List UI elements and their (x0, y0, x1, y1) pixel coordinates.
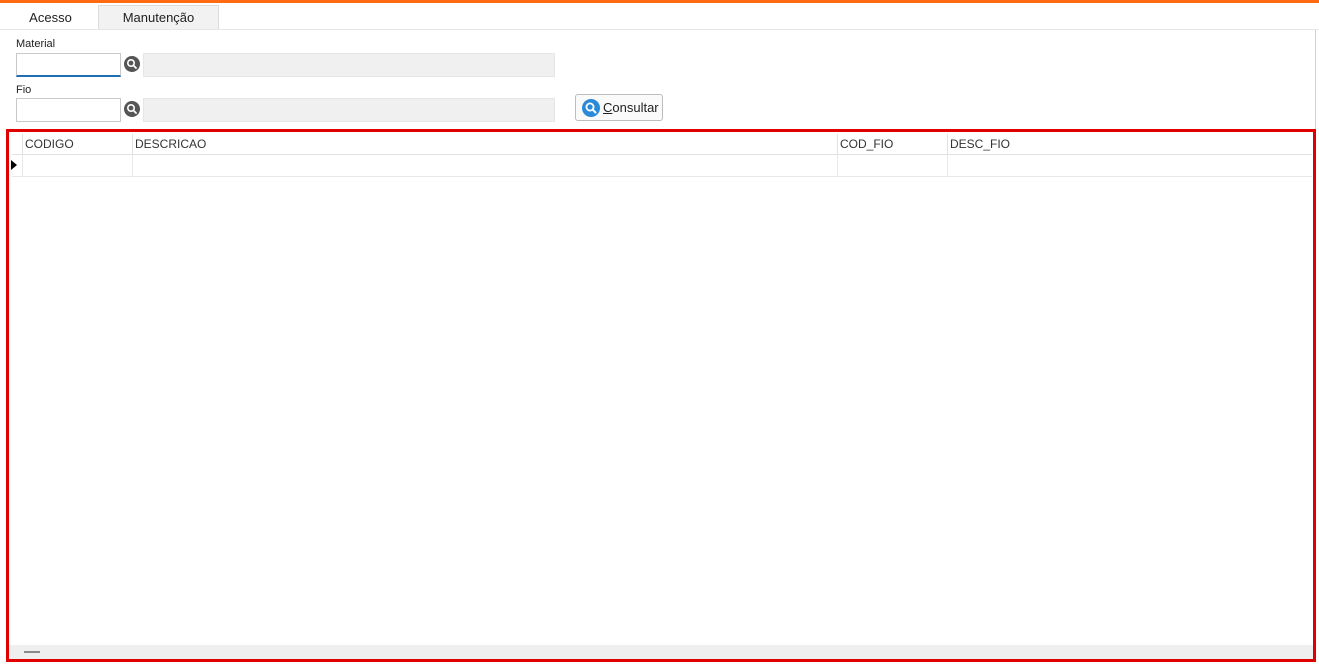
consultar-search-icon (582, 98, 600, 117)
window-accent-line (0, 0, 1319, 3)
material-description-field (143, 53, 555, 77)
tab-strip-divider (0, 29, 1319, 30)
column-header-codigo[interactable]: CODIGO (22, 134, 132, 154)
cell-desc-fio[interactable] (947, 155, 1312, 176)
table-row[interactable] (12, 155, 1312, 177)
grid-footer-bar (9, 645, 1313, 659)
material-label: Material (16, 38, 56, 50)
grid-splitter-grip[interactable] (24, 651, 40, 653)
tab-acesso[interactable]: Acesso (3, 5, 98, 29)
consultar-label: Consultar (603, 100, 659, 115)
cell-cod-fio[interactable] (837, 155, 947, 176)
column-header-desc-fio[interactable]: DESC_FIO (947, 134, 1312, 154)
material-code-input[interactable] (16, 53, 121, 77)
consultar-button[interactable]: Consultar (575, 94, 663, 121)
material-lookup-search-icon[interactable] (124, 56, 140, 72)
column-header-descricao[interactable]: DESCRICAO (132, 134, 837, 154)
results-grid[interactable]: CODIGO DESCRICAO COD_FIO DESC_FIO (6, 129, 1316, 662)
fio-lookup-search-icon[interactable] (124, 101, 140, 117)
fio-label: Fio (16, 84, 32, 96)
cell-descricao[interactable] (132, 155, 837, 176)
column-header-cod-fio[interactable]: COD_FIO (837, 134, 947, 154)
cell-codigo[interactable] (22, 155, 132, 176)
grid-header-row: CODIGO DESCRICAO COD_FIO DESC_FIO (12, 134, 1312, 155)
row-pointer-icon (11, 160, 17, 170)
fio-code-input[interactable] (16, 98, 121, 122)
tab-manutencao[interactable]: Manutenção (98, 5, 219, 29)
fio-description-field (143, 98, 555, 122)
